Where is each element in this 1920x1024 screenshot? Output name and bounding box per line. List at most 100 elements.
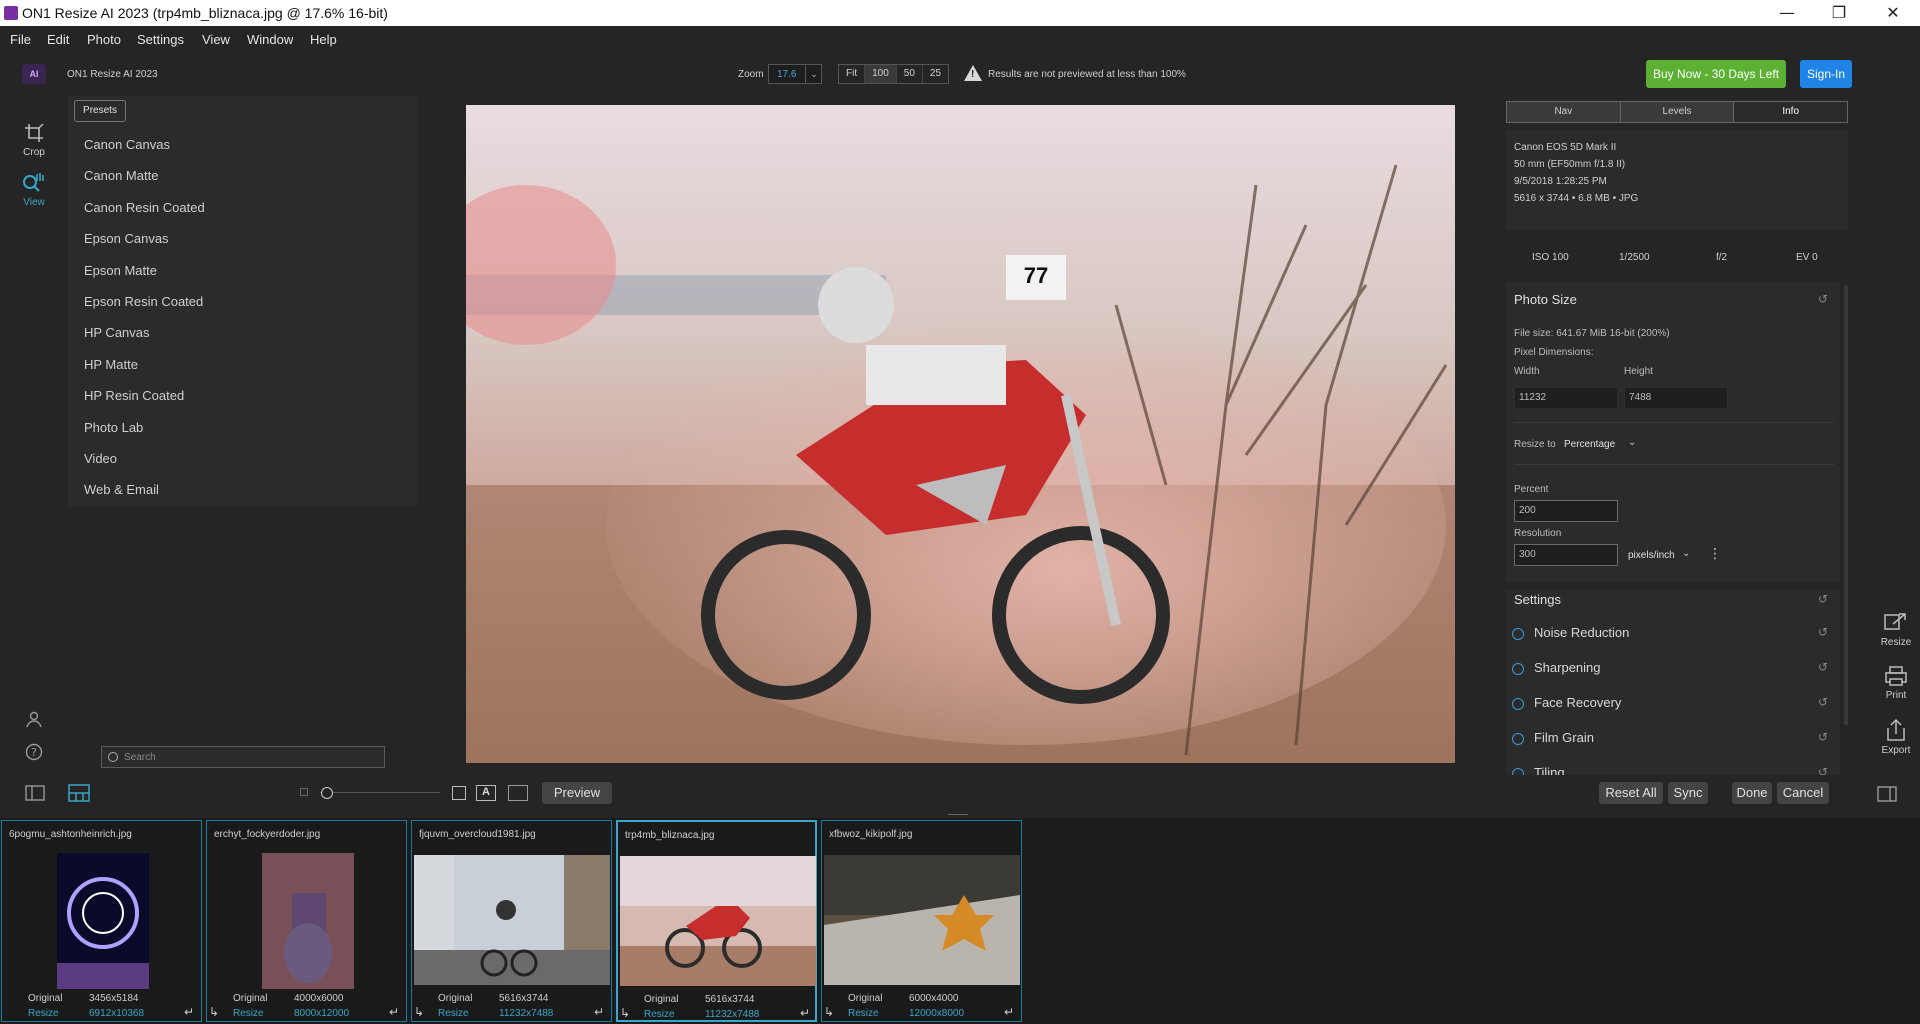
setting-noise-reduction[interactable]: Noise Reduction ↺ (1506, 620, 1840, 650)
resize-tool[interactable]: Resize (1872, 612, 1920, 648)
height-field[interactable]: 7488 (1624, 387, 1728, 409)
chevron-down-icon[interactable]: ⌄ (1628, 437, 1636, 448)
preset-item[interactable]: HP Canvas (84, 325, 150, 340)
thumbnail-size-slider[interactable] (320, 792, 440, 793)
menu-view[interactable]: View (202, 32, 230, 47)
filmstrip-thumb[interactable]: xfbwoz_kikipolf.jpg Original 6000x4000 R… (821, 820, 1022, 1022)
resize-icon (1884, 613, 1906, 630)
right-panel-toggle-icon[interactable] (1877, 786, 1897, 807)
preset-item[interactable]: Photo Lab (84, 420, 143, 435)
slider-handle[interactable] (321, 787, 333, 799)
text-overlay-icon[interactable]: A (476, 785, 496, 801)
chevron-down-icon[interactable]: ⌄ (1682, 548, 1690, 559)
preset-item[interactable]: Epson Canvas (84, 231, 169, 246)
tab-info[interactable]: Info (1734, 102, 1848, 122)
zoom-25-button[interactable]: 25 (923, 65, 948, 83)
return-arrow-icon[interactable]: ↵ (594, 1005, 604, 1019)
menu-file[interactable]: File (10, 32, 31, 47)
reset-icon[interactable]: ↺ (1818, 695, 1828, 709)
menu-help[interactable]: Help (310, 32, 337, 47)
filmstrip-thumb[interactable]: fjquvm_overcloud1981.jpg Original 5616x3… (411, 820, 612, 1022)
back-arrow-icon[interactable]: ↳ (209, 1005, 219, 1019)
search-input[interactable]: Search (101, 746, 385, 768)
reset-icon[interactable]: ↺ (1818, 292, 1828, 306)
reset-all-button[interactable]: Reset All (1599, 782, 1663, 804)
return-arrow-icon[interactable]: ↵ (800, 1006, 810, 1020)
toggle-icon[interactable] (1512, 663, 1524, 675)
reset-icon[interactable]: ↺ (1818, 625, 1828, 639)
menu-photo[interactable]: Photo (87, 32, 121, 47)
resize-to-select[interactable]: Percentage (1564, 439, 1615, 450)
help-icon[interactable]: ? (25, 743, 43, 766)
return-arrow-icon[interactable]: ↵ (184, 1005, 194, 1019)
back-arrow-icon[interactable]: ↳ (620, 1006, 630, 1020)
view-tool[interactable]: View (8, 172, 60, 208)
crop-tool[interactable]: Crop (8, 122, 60, 158)
back-arrow-icon[interactable]: ↳ (824, 1005, 834, 1019)
reset-icon[interactable]: ↺ (1818, 730, 1828, 744)
width-field[interactable]: 11232 (1514, 387, 1618, 409)
preset-item[interactable]: Web & Email (84, 482, 159, 497)
user-icon[interactable] (25, 710, 43, 733)
zoom-field[interactable]: 17.6 ⌄ (768, 64, 822, 84)
zoom-50-button[interactable]: 50 (897, 65, 923, 83)
menu-settings[interactable]: Settings (137, 32, 184, 47)
toggle-icon[interactable] (1512, 628, 1524, 640)
minimize-button[interactable]: — (1764, 2, 1810, 24)
preset-item[interactable]: Epson Matte (84, 263, 157, 278)
resolution-unit-select[interactable]: pixels/inch (1628, 550, 1675, 561)
return-arrow-icon[interactable]: ↵ (389, 1005, 399, 1019)
panel-toggle-icon[interactable] (25, 785, 45, 806)
info-overlay-icon[interactable] (508, 785, 528, 801)
close-button[interactable]: ✕ (1870, 2, 1916, 24)
sign-in-button[interactable]: Sign-In (1800, 60, 1852, 88)
tab-nav[interactable]: Nav (1507, 102, 1621, 122)
resolution-field[interactable]: 300 (1514, 544, 1618, 566)
toggle-icon[interactable] (1512, 733, 1524, 745)
back-arrow-icon[interactable]: ↳ (414, 1005, 424, 1019)
toggle-icon[interactable] (1512, 768, 1524, 775)
filmstrip-thumb-selected[interactable]: trp4mb_bliznaca.jpg Original 5616x3744 R… (616, 820, 817, 1022)
preset-item[interactable]: Epson Resin Coated (84, 294, 203, 309)
toggle-icon[interactable] (1512, 698, 1524, 710)
filmstrip-toggle-icon[interactable] (68, 784, 90, 807)
preview-button[interactable]: Preview (542, 782, 612, 804)
menu-window[interactable]: Window (247, 32, 293, 47)
filmstrip-thumb[interactable]: erchyt_fockyerdoder.jpg Original 4000x60… (206, 820, 407, 1022)
done-button[interactable]: Done (1732, 782, 1772, 804)
preset-item[interactable]: HP Resin Coated (84, 388, 184, 403)
chevron-down-icon[interactable]: ⌄ (805, 65, 822, 83)
cancel-button[interactable]: Cancel (1777, 782, 1829, 804)
main-photo[interactable]: 77 (466, 105, 1455, 763)
sync-button[interactable]: Sync (1668, 782, 1708, 804)
zoom-fit-button[interactable]: Fit (839, 65, 866, 83)
reset-icon[interactable]: ↺ (1818, 592, 1828, 606)
svg-text:?: ? (31, 746, 37, 759)
maximize-button[interactable]: ❐ (1816, 2, 1862, 24)
preset-item[interactable]: Video (84, 451, 117, 466)
setting-face-recovery[interactable]: Face Recovery ↺ (1506, 690, 1840, 720)
menu-edit[interactable]: Edit (47, 32, 69, 47)
reset-icon[interactable]: ↺ (1818, 660, 1828, 674)
setting-film-grain[interactable]: Film Grain ↺ (1506, 725, 1840, 755)
preset-item[interactable]: Canon Resin Coated (84, 200, 205, 215)
percent-field[interactable]: 200 (1514, 500, 1618, 522)
setting-sharpening[interactable]: Sharpening ↺ (1506, 655, 1840, 685)
tab-levels[interactable]: Levels (1620, 102, 1735, 122)
preset-item[interactable]: HP Matte (84, 357, 138, 372)
print-tool[interactable]: Print (1872, 665, 1920, 701)
preset-item[interactable]: Canon Canvas (84, 137, 170, 152)
buy-now-button[interactable]: Buy Now - 30 Days Left (1646, 60, 1786, 88)
reset-icon[interactable]: ↺ (1818, 765, 1828, 775)
zoom-value[interactable]: 17.6 (777, 69, 796, 80)
zoom-100-button[interactable]: 100 (865, 65, 897, 83)
export-tool[interactable]: Export (1872, 718, 1920, 756)
preset-item[interactable]: Canon Matte (84, 168, 158, 183)
presets-tab[interactable]: Presets (74, 100, 126, 122)
filmstrip-thumb[interactable]: 6pogmu_ashtonheinrich.jpg Original 3456x… (1, 820, 202, 1022)
return-arrow-icon[interactable]: ↵ (1004, 1005, 1014, 1019)
checkbox-icon[interactable] (452, 786, 466, 800)
setting-tiling[interactable]: Tiling ↺ (1506, 760, 1840, 775)
right-panel-scrollbar[interactable] (1844, 285, 1848, 725)
more-options-icon[interactable]: ⋮ (1708, 546, 1722, 562)
